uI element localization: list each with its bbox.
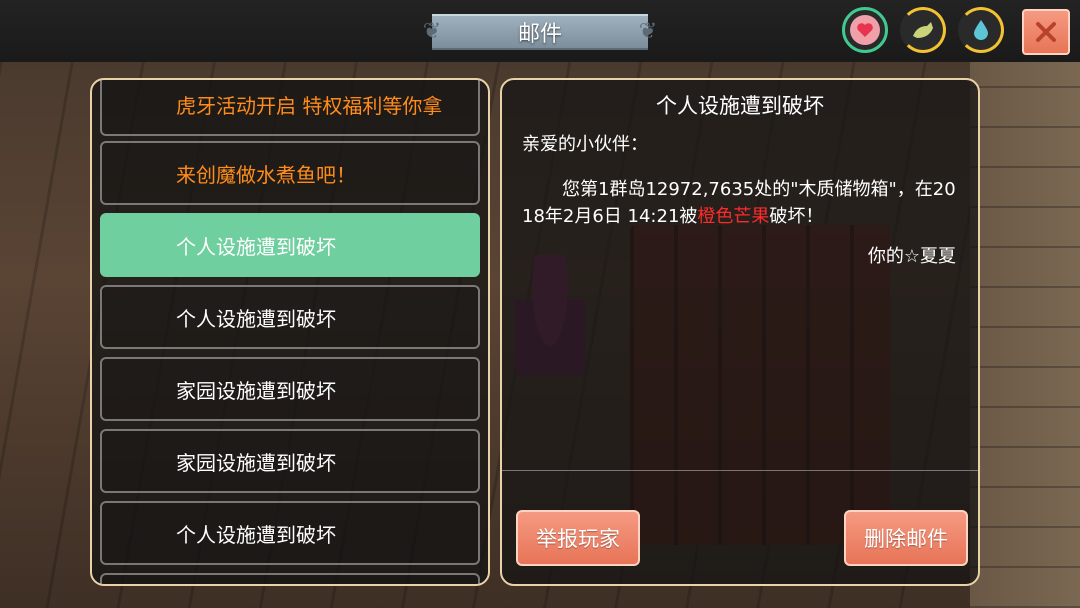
mail-greeting: 亲爱的小伙伴： [522,134,648,155]
mail-body-suffix: 破坏！ [769,206,824,227]
mail-list-item[interactable]: 虎牙活动开启 特权福利等你拿 [100,80,480,136]
mail-item-label: 家园设施遭到破坏 [176,378,336,403]
hunger-status [900,7,946,53]
food-icon [913,22,933,38]
mail-list-item-selected[interactable]: 个人设施遭到破坏 [100,213,480,277]
scroll-ornament-right-icon: ❦ [638,19,658,44]
mail-list-item[interactable]: 个人设施遭到破坏 [100,285,480,349]
mail-item-label: 来创魔做水煮鱼吧！ [176,162,356,187]
mail-body: 您第1群岛12972,7635处的"木质储物箱"，在2018年2月6日 14:2… [522,176,962,230]
mail-title: 个人设施遭到破坏 [656,94,824,118]
mail-list-item-partial[interactable] [100,573,480,584]
mail-item-label: 个人设施遭到破坏 [176,522,336,547]
title-plate: ❦ ❦ 邮件 [420,14,660,50]
attacker-name: 橙色芒果 [697,206,770,227]
mail-list-item[interactable]: 家园设施遭到破坏 [100,357,480,421]
mail-item-label: 个人设施遭到破坏 [176,306,336,331]
heart-icon [857,23,873,37]
mail-list-item[interactable]: 个人设施遭到破坏 [100,501,480,565]
delete-mail-button[interactable]: 删除邮件 [844,510,968,566]
mail-item-label: 虎牙活动开启 特权福利等你拿 [176,93,443,118]
divider [502,470,978,471]
page-title: 邮件 [517,22,562,47]
close-button[interactable] [1022,9,1070,55]
report-player-button[interactable]: 举报玩家 [516,510,640,566]
thirst-status [958,7,1004,53]
health-status [842,7,888,53]
mail-item-label: 个人设施遭到破坏 [176,234,336,259]
scroll-ornament-left-icon: ❦ [422,19,442,44]
wooden-wall [970,60,1080,608]
water-drop-icon [974,20,988,40]
top-bar: ❦ ❦ 邮件 [0,0,1080,62]
mail-list-panel[interactable]: 虎牙活动开启 特权福利等你拿 来创魔做水煮鱼吧！ 个人设施遭到破坏 个人设施遭到… [90,78,490,586]
mail-detail-panel: 个人设施遭到破坏 亲爱的小伙伴： 您第1群岛12972,7635处的"木质储物箱… [500,78,980,586]
mail-list-item[interactable]: 家园设施遭到破坏 [100,429,480,493]
close-icon [1036,22,1056,42]
mail-signature: 你的☆夏夏 [867,246,956,267]
mail-list-item[interactable]: 来创魔做水煮鱼吧！ [100,141,480,205]
mail-item-label: 家园设施遭到破坏 [176,450,336,475]
